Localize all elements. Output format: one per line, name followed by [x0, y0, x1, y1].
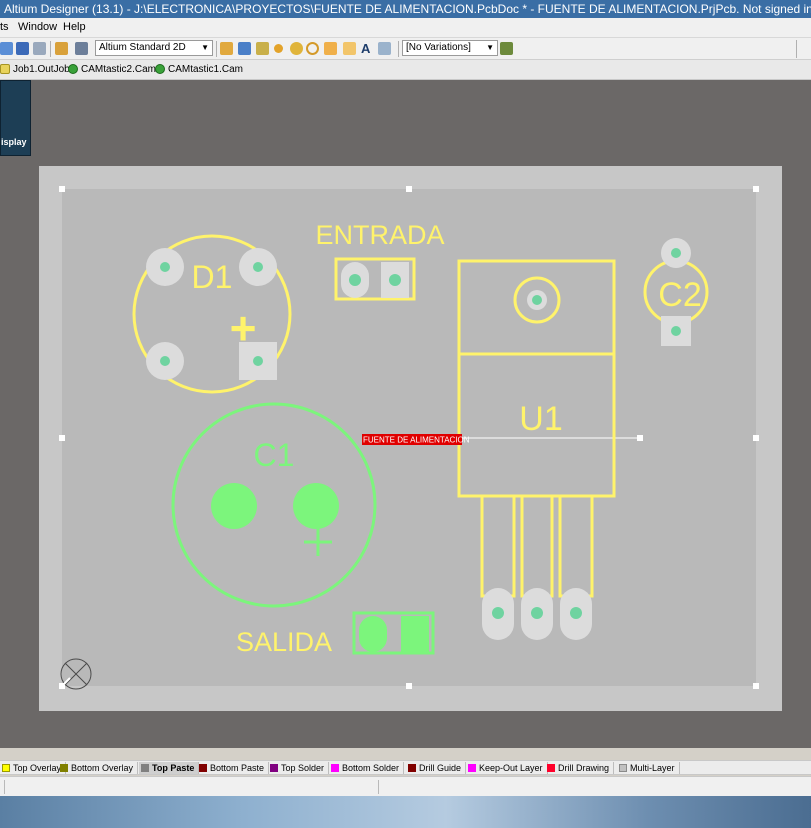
- c1-pad-2[interactable]: [293, 483, 339, 529]
- u1-label: U1: [519, 400, 562, 438]
- salida-label: SALIDA: [236, 627, 332, 657]
- cam-icon: [155, 64, 165, 74]
- salida-pad-2[interactable]: [401, 616, 429, 652]
- variant-icon[interactable]: [500, 42, 513, 55]
- inspect-icon[interactable]: [75, 42, 88, 55]
- doc-tab-outjob[interactable]: Job1.OutJob: [0, 64, 70, 75]
- menu-item-tools[interactable]: ts: [0, 21, 9, 33]
- menu-item-help[interactable]: Help: [63, 21, 86, 33]
- wand-icon[interactable]: [55, 42, 68, 55]
- menu-bar: ts Window Help: [0, 18, 811, 38]
- layer-tab-bottom-solder[interactable]: Bottom Solder: [329, 762, 405, 774]
- layout-icon[interactable]: [0, 42, 13, 55]
- pad-icon[interactable]: [274, 44, 283, 53]
- layer-tab-bottom-paste[interactable]: Bottom Paste: [197, 762, 270, 774]
- layer-tab-bottom-overlay[interactable]: Bottom Overlay: [58, 762, 139, 774]
- component-icon[interactable]: [378, 42, 391, 55]
- fill-icon[interactable]: [324, 42, 337, 55]
- status-bar: [0, 776, 811, 796]
- chevron-down-icon: ▼: [486, 43, 494, 52]
- view-configuration-value: Altium Standard 2D: [99, 42, 186, 53]
- layer-tabs-bar: Top Overlay Bottom Overlay Top Paste Bot…: [0, 760, 811, 775]
- menu-item-window[interactable]: Window: [18, 21, 57, 33]
- d1-plus-mark: +: [230, 302, 257, 354]
- layer-tab-keep-out-layer[interactable]: Keep-Out Layer: [466, 762, 548, 774]
- layer-tab-multi-layer[interactable]: Multi-Layer: [617, 762, 680, 774]
- board-selection-tag-text: FUENTE DE ALIMENTACION: [363, 436, 470, 445]
- chevron-down-icon: ▼: [201, 43, 209, 52]
- string-icon[interactable]: A: [361, 42, 374, 55]
- window-title-bar: Altium Designer (13.1) - J:\ELECTRONICA\…: [0, 0, 811, 18]
- arc-icon[interactable]: [306, 42, 319, 55]
- redo-icon[interactable]: [33, 42, 46, 55]
- document-bar: Job1.OutJob CAMtastic2.Cam CAMtastic1.Ca…: [0, 60, 811, 80]
- layer-tab-top-overlay[interactable]: Top Overlay: [0, 762, 67, 774]
- variations-select[interactable]: [No Variations] ▼: [402, 40, 498, 56]
- layer-tab-top-paste[interactable]: Top Paste: [139, 762, 200, 774]
- c2-label: C2: [658, 276, 701, 314]
- polygon-icon[interactable]: [343, 42, 356, 55]
- layer-tab-drill-drawing[interactable]: Drill Drawing: [545, 762, 615, 774]
- via-icon[interactable]: [290, 42, 303, 55]
- route-icon[interactable]: [220, 42, 233, 55]
- outjob-icon: [0, 64, 10, 74]
- c1-pad-1[interactable]: [211, 483, 257, 529]
- doc-tab-camtastic2[interactable]: CAMtastic2.Cam: [68, 64, 156, 75]
- pcb-canvas[interactable]: D1 + ENTRADA U1 C2 C1 SALIDA FUENTE DE A…: [0, 80, 811, 748]
- window-title: Altium Designer (13.1) - J:\ELECTRONICA\…: [4, 2, 811, 16]
- undo-icon[interactable]: [16, 42, 29, 55]
- d1-label: D1: [192, 259, 233, 295]
- interactive-route-icon[interactable]: [238, 42, 251, 55]
- layer-tab-drill-guide[interactable]: Drill Guide: [406, 762, 467, 774]
- c1-label: C1: [254, 437, 295, 473]
- salida-pad-1[interactable]: [359, 616, 387, 652]
- desktop-background: [0, 796, 811, 828]
- doc-tab-camtastic1[interactable]: CAMtastic1.Cam: [155, 64, 243, 75]
- layer-tab-top-solder[interactable]: Top Solder: [268, 762, 330, 774]
- cam-icon: [68, 64, 78, 74]
- main-toolbar: Altium Standard 2D ▼ A [No Variations] ▼: [0, 38, 811, 60]
- view-configuration-select[interactable]: Altium Standard 2D ▼: [95, 40, 213, 56]
- diff-pair-icon[interactable]: [256, 42, 269, 55]
- variations-value: [No Variations]: [406, 42, 471, 53]
- pcb-workspace[interactable]: isplay D1 + ENTRADA U1 C2 C1 SALIDA FUEN…: [0, 80, 811, 748]
- entrada-label: ENTRADA: [315, 220, 444, 250]
